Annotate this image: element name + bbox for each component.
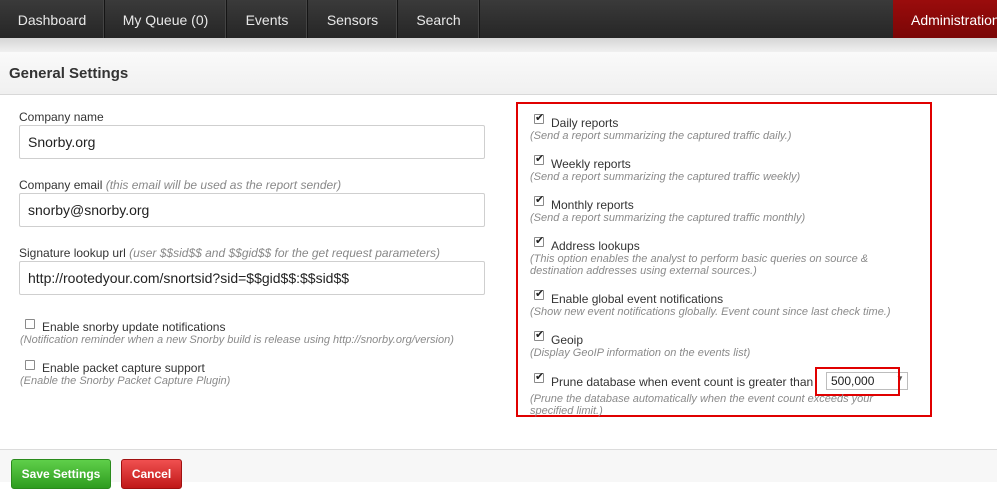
signature-url-input[interactable] [19, 261, 485, 295]
nav-sensors[interactable]: Sensors [308, 0, 398, 38]
address-lookups-checkbox[interactable] [534, 234, 544, 247]
prune-label: Prune database when event count is great… [551, 375, 814, 389]
page-title: General Settings [9, 65, 129, 82]
global-notifications-desc: (Show new event notifications globally. … [530, 306, 891, 318]
nav-search[interactable]: Search [398, 0, 480, 38]
nav-events[interactable]: Events [227, 0, 308, 38]
company-email-hint: (this email will be used as the report s… [105, 178, 342, 192]
prune-desc-line2: specified limit.) [530, 405, 603, 417]
address-lookups-desc-line2: destination addresses using external sou… [530, 265, 757, 277]
company-email-label-row: Company email (this email will be used a… [19, 178, 341, 192]
signature-url-label: Signature lookup url [19, 246, 126, 260]
update-notifications-checkbox[interactable] [25, 319, 35, 329]
update-notifications-label: Enable snorby update notifications [42, 320, 226, 334]
top-nav: Dashboard My Queue (0) Events Sensors Se… [0, 0, 997, 38]
address-lookups-desc-line1: (This option enables the analyst to perf… [530, 253, 869, 265]
nav-shadow [0, 38, 997, 52]
page-header: General Settings [0, 52, 997, 95]
update-notifications-desc: (Notification reminder when a new Snorby… [20, 334, 454, 346]
company-email-label: Company email [19, 178, 103, 192]
global-notifications-checkbox[interactable] [534, 287, 544, 300]
prune-desc-line1: (Prune the database automatically when t… [530, 393, 874, 405]
packet-capture-checkbox[interactable] [25, 360, 35, 370]
daily-reports-desc: (Send a report summarizing the captured … [530, 130, 792, 142]
monthly-reports-checkbox[interactable] [534, 193, 544, 206]
nav-administration[interactable]: Administration [893, 0, 997, 38]
packet-capture-desc: (Enable the Snorby Packet Capture Plugin… [20, 375, 231, 387]
company-name-input[interactable] [19, 125, 485, 159]
weekly-reports-desc: (Send a report summarizing the captured … [530, 171, 801, 183]
signature-url-label-row: Signature lookup url (user $$sid$$ and $… [19, 246, 440, 260]
cancel-button[interactable]: Cancel [121, 459, 182, 489]
nav-my-queue[interactable]: My Queue (0) [105, 0, 227, 38]
address-lookups-label: Address lookups [551, 239, 640, 253]
geoip-checkbox[interactable] [534, 328, 544, 341]
prune-checkbox[interactable] [534, 370, 544, 383]
monthly-reports-label: Monthly reports [551, 198, 634, 212]
geoip-label: Geoip [551, 333, 584, 347]
prune-highlight-box [815, 367, 900, 396]
weekly-reports-checkbox[interactable] [534, 152, 544, 165]
save-settings-button[interactable]: Save Settings [11, 459, 111, 489]
weekly-reports-label: Weekly reports [551, 157, 631, 171]
geoip-desc: (Display GeoIP information on the events… [530, 347, 751, 359]
signature-url-hint: (user $$sid$$ and $$gid$$ for the get re… [129, 246, 440, 260]
global-notifications-label: Enable global event notifications [551, 292, 724, 306]
packet-capture-label: Enable packet capture support [42, 361, 205, 375]
company-name-label: Company name [19, 110, 104, 124]
company-email-input[interactable] [19, 193, 485, 227]
daily-reports-label: Daily reports [551, 116, 619, 130]
monthly-reports-desc: (Send a report summarizing the captured … [530, 212, 806, 224]
nav-dashboard[interactable]: Dashboard [0, 0, 105, 38]
daily-reports-checkbox[interactable] [534, 111, 544, 124]
